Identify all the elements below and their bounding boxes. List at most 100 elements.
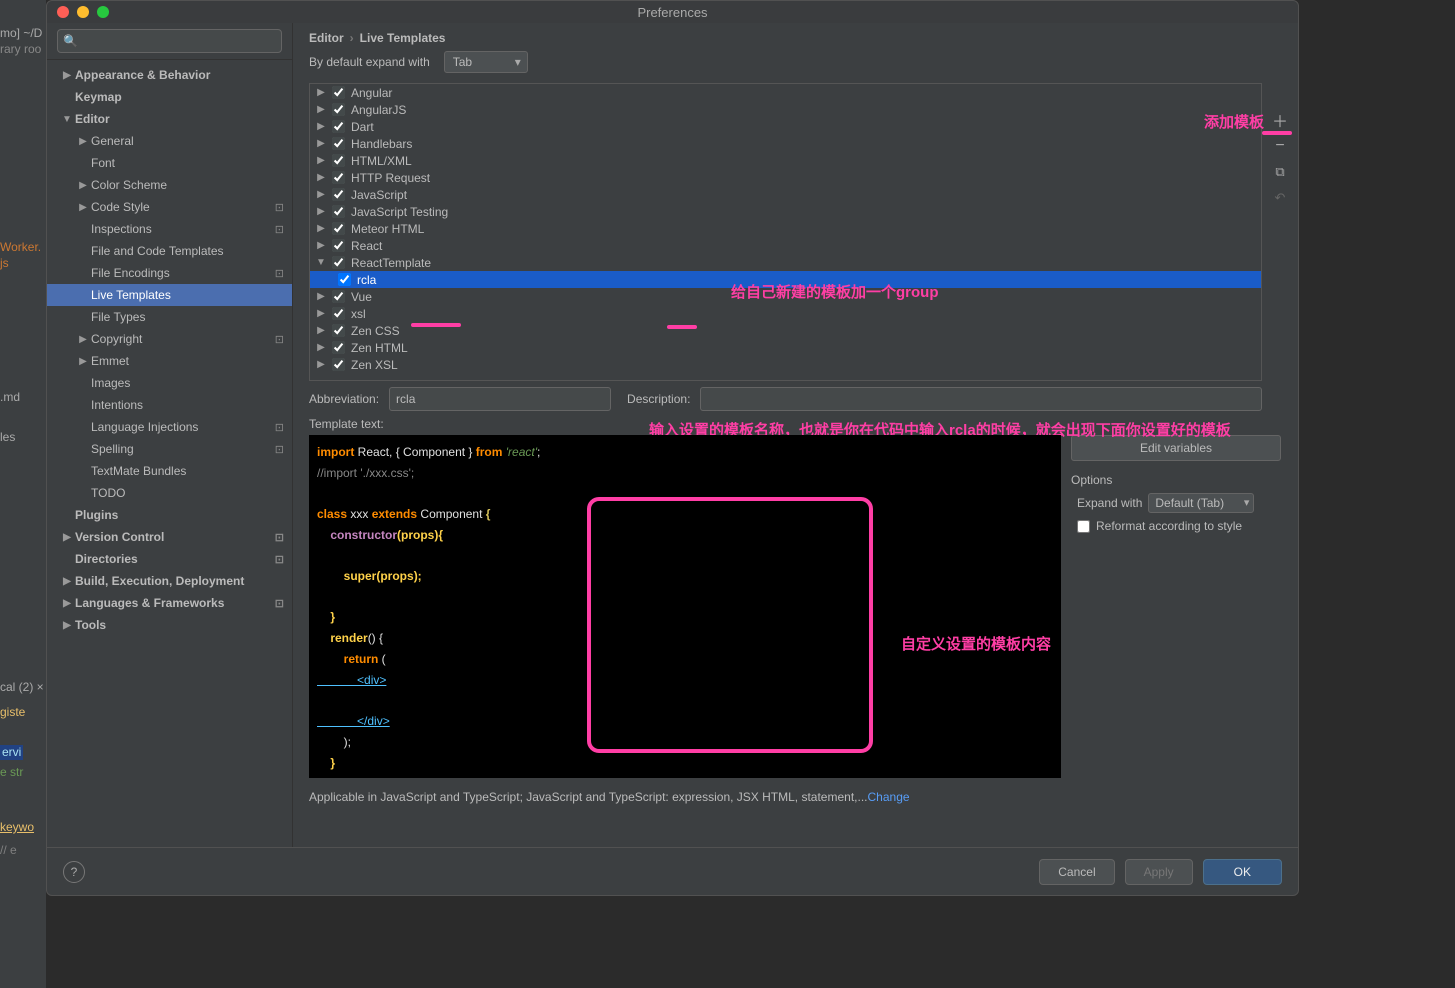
sidebar-item[interactable]: ▼Editor [47, 108, 292, 130]
group-label: Zen CSS [351, 324, 400, 338]
template-group[interactable]: ▶AngularJS [310, 101, 1261, 118]
settings-tree[interactable]: ▶Appearance & BehaviorKeymap▼Editor▶Gene… [47, 60, 292, 847]
sidebar-item-label: Language Injections [91, 420, 198, 434]
group-checkbox[interactable] [332, 86, 345, 99]
template-group[interactable]: ▶JavaScript [310, 186, 1261, 203]
expand-with-select[interactable]: Default (Tab) [1148, 493, 1254, 513]
ok-button[interactable]: OK [1203, 859, 1282, 885]
sidebar-item-label: File Types [91, 310, 145, 324]
abbreviation-input[interactable] [389, 387, 611, 411]
sidebar-item[interactable]: Plugins [47, 504, 292, 526]
behind-text: js [0, 256, 9, 270]
sidebar-item[interactable]: File Types [47, 306, 292, 328]
template-group[interactable]: ▼ReactTemplate [310, 254, 1261, 271]
search-icon: 🔍 [63, 34, 78, 48]
group-checkbox[interactable] [332, 358, 345, 371]
template-group[interactable]: ▶Zen HTML [310, 339, 1261, 356]
group-checkbox[interactable] [332, 137, 345, 150]
group-checkbox[interactable] [332, 171, 345, 184]
group-checkbox[interactable] [332, 341, 345, 354]
expand-select[interactable]: Tab [444, 51, 528, 73]
change-link[interactable]: Change [868, 790, 910, 804]
apply-button[interactable]: Apply [1125, 859, 1193, 885]
behind-text: // e [0, 843, 17, 858]
template-group[interactable]: ▶HTML/XML [310, 152, 1261, 169]
sidebar-item[interactable]: ▶Tools [47, 614, 292, 636]
project-badge-icon: ⊡ [275, 333, 284, 346]
group-checkbox[interactable] [332, 120, 345, 133]
group-checkbox[interactable] [332, 239, 345, 252]
sidebar-item[interactable]: ▶Emmet [47, 350, 292, 372]
sidebar-item[interactable]: ▶Build, Execution, Deployment [47, 570, 292, 592]
group-checkbox[interactable] [332, 154, 345, 167]
sidebar-item[interactable]: File Encodings⊡ [47, 262, 292, 284]
sidebar-item[interactable]: TODO [47, 482, 292, 504]
disclosure-arrow-icon: ▶ [316, 172, 326, 183]
add-template-icon[interactable]: ＋ [1271, 111, 1289, 129]
remove-template-icon[interactable]: − [1271, 137, 1289, 155]
sidebar-item-label: Languages & Frameworks [75, 596, 224, 610]
revert-template-icon[interactable]: ↶ [1271, 189, 1289, 207]
sidebar-item[interactable]: ▶Appearance & Behavior [47, 64, 292, 86]
disclosure-arrow-icon: ▶ [61, 576, 73, 587]
sidebar: 🔍 ▶Appearance & BehaviorKeymap▼Editor▶Ge… [47, 23, 293, 847]
disclosure-arrow-icon: ▶ [316, 155, 326, 166]
sidebar-item[interactable]: ▶Copyright⊡ [47, 328, 292, 350]
description-input[interactable] [700, 387, 1262, 411]
sidebar-item[interactable]: ▶Version Control⊡ [47, 526, 292, 548]
template-group[interactable]: ▶JavaScript Testing [310, 203, 1261, 220]
sidebar-item[interactable]: ▶General [47, 130, 292, 152]
sidebar-item[interactable]: ▶Languages & Frameworks⊡ [47, 592, 292, 614]
sidebar-item[interactable]: Spelling⊡ [47, 438, 292, 460]
help-button[interactable]: ? [63, 861, 85, 883]
search-input[interactable] [57, 29, 282, 53]
template-group[interactable]: ▶xsl [310, 305, 1261, 322]
template-group[interactable]: ▶Handlebars [310, 135, 1261, 152]
sidebar-item[interactable]: Live Templates [47, 284, 292, 306]
group-checkbox[interactable] [332, 307, 345, 320]
disclosure-arrow-icon: ▶ [316, 342, 326, 353]
sidebar-item[interactable]: ▶Color Scheme [47, 174, 292, 196]
applicable-text: Applicable in JavaScript and TypeScript;… [309, 790, 868, 804]
group-label: Dart [351, 120, 374, 134]
sidebar-item[interactable]: Font [47, 152, 292, 174]
group-checkbox[interactable] [332, 290, 345, 303]
sidebar-item[interactable]: TextMate Bundles [47, 460, 292, 482]
copy-template-icon[interactable]: ⧉ [1271, 163, 1289, 181]
disclosure-arrow-icon: ▶ [316, 325, 326, 336]
sidebar-item[interactable]: ▶Code Style⊡ [47, 196, 292, 218]
sidebar-item[interactable]: Inspections⊡ [47, 218, 292, 240]
behind-text: giste [0, 705, 25, 720]
sidebar-item[interactable]: Language Injections⊡ [47, 416, 292, 438]
sidebar-item[interactable]: File and Code Templates [47, 240, 292, 262]
sidebar-item[interactable]: Keymap [47, 86, 292, 108]
template-group[interactable]: ▶Zen XSL [310, 356, 1261, 373]
behind-text: Worker. [0, 240, 41, 254]
project-badge-icon: ⊡ [275, 553, 284, 566]
sidebar-item[interactable]: Images [47, 372, 292, 394]
template-group[interactable]: ▶Meteor HTML [310, 220, 1261, 237]
group-checkbox[interactable] [332, 222, 345, 235]
group-checkbox[interactable] [332, 324, 345, 337]
templates-tree[interactable]: ▶Angular▶AngularJS▶Dart▶Handlebars▶HTML/… [309, 83, 1262, 381]
group-checkbox[interactable] [332, 205, 345, 218]
group-checkbox[interactable] [332, 256, 345, 269]
template-checkbox[interactable] [338, 273, 351, 286]
template-group[interactable]: ▶Angular [310, 84, 1261, 101]
template-group[interactable]: ▶React [310, 237, 1261, 254]
sidebar-item-label: Plugins [75, 508, 118, 522]
template-group[interactable]: ▶HTTP Request [310, 169, 1261, 186]
annotation-underline [1262, 131, 1292, 135]
sidebar-item[interactable]: Intentions [47, 394, 292, 416]
cancel-button[interactable]: Cancel [1039, 859, 1114, 885]
behind-text: keywo [0, 820, 34, 835]
annotation-underline [411, 323, 461, 327]
project-badge-icon: ⊡ [275, 223, 284, 236]
group-checkbox[interactable] [332, 103, 345, 116]
reformat-checkbox[interactable] [1077, 520, 1090, 533]
group-label: React [351, 239, 382, 253]
group-checkbox[interactable] [332, 188, 345, 201]
sidebar-item[interactable]: Directories⊡ [47, 548, 292, 570]
template-group[interactable]: ▶Dart [310, 118, 1261, 135]
ide-background [0, 0, 46, 988]
